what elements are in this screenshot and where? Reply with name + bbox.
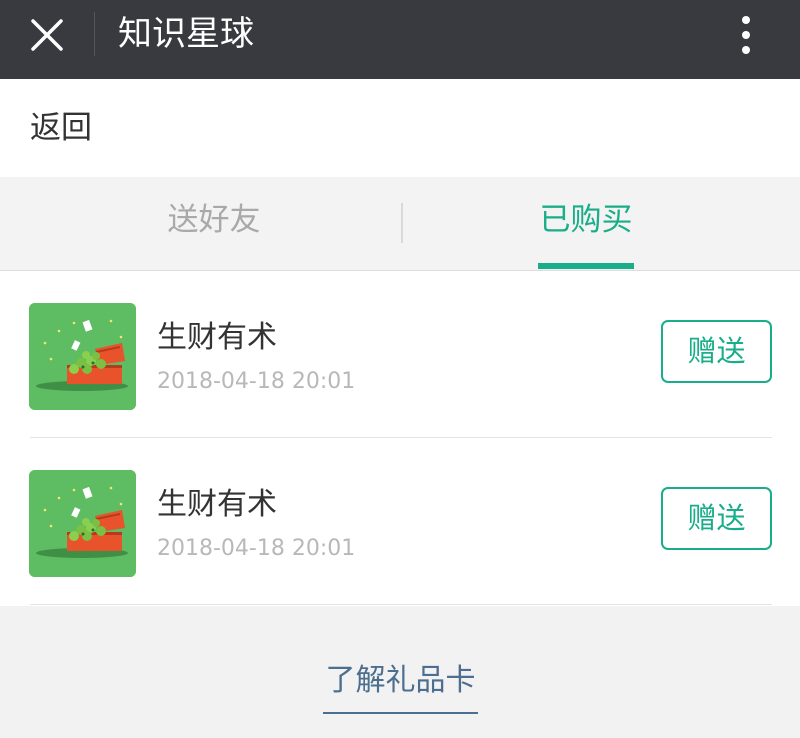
more-button[interactable] [724, 10, 768, 60]
close-icon [31, 19, 63, 51]
link-underline [323, 712, 478, 714]
treasure-chest-icon [29, 470, 136, 577]
list-item[interactable]: 生财有术 2018-04-18 20:01 赠送 [0, 271, 800, 438]
purchase-list: 生财有术 2018-04-18 20:01 赠送 生财有术 2018-04-18… [0, 271, 800, 606]
course-thumbnail [29, 303, 136, 410]
tab-bar: 送好友 已购买 [0, 177, 800, 271]
learn-gift-card-link[interactable]: 了解礼品卡 [323, 661, 478, 701]
close-button[interactable] [22, 10, 72, 60]
title-bar: 知识星球 [0, 0, 800, 79]
treasure-chest-icon [29, 303, 136, 410]
tab-gift-friend[interactable]: 送好友 [14, 177, 414, 270]
course-name: 生财有术 [157, 320, 277, 355]
course-thumbnail [29, 470, 136, 577]
tab-purchased[interactable]: 已购买 [386, 177, 786, 270]
list-divider [30, 604, 772, 605]
active-tab-indicator [538, 263, 634, 269]
back-bar: 返回 [0, 79, 800, 177]
title-divider [94, 12, 95, 56]
back-link[interactable]: 返回 [30, 109, 92, 147]
more-vertical-icon [742, 16, 750, 54]
course-name: 生财有术 [157, 487, 277, 522]
purchase-time: 2018-04-18 20:01 [157, 536, 356, 561]
list-item[interactable]: 生财有术 2018-04-18 20:01 赠送 [0, 438, 800, 605]
gift-button[interactable]: 赠送 [661, 320, 772, 383]
page-title: 知识星球 [118, 14, 254, 54]
purchase-time: 2018-04-18 20:01 [157, 369, 356, 394]
gift-button[interactable]: 赠送 [661, 487, 772, 550]
